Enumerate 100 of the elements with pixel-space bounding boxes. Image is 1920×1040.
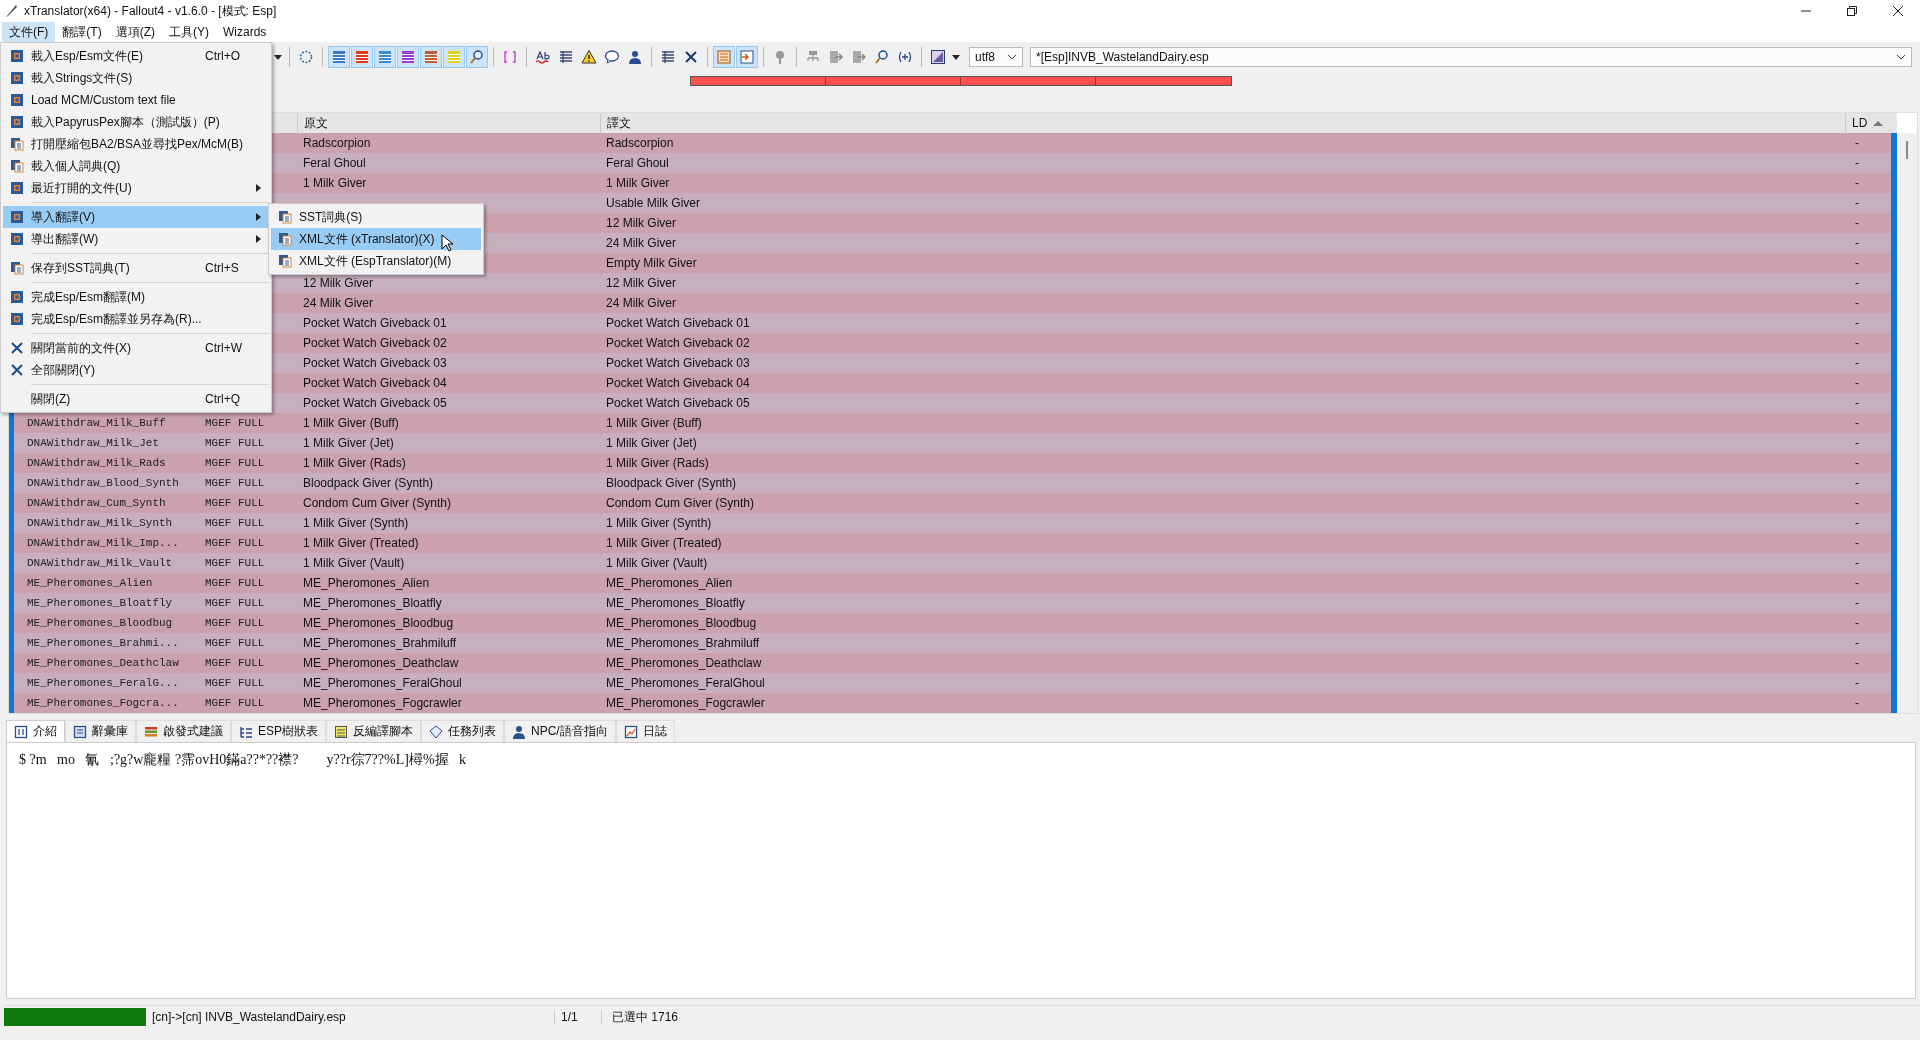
table-cell: 12 Milk Giver xyxy=(303,276,373,290)
table-row[interactable]: DNAWithdraw_Blood_Synth MGEF FULL Bloodpack Giver (Synth) Bloodpack Giver (Synth) - xyxy=(14,473,1891,493)
tab[interactable]: 啟發式建議 xyxy=(136,720,231,742)
table-cell: - xyxy=(1855,656,1859,670)
menu-item[interactable]: Load MCM/Custom text file xyxy=(3,89,269,111)
documents-icon xyxy=(10,159,24,173)
list-icon[interactable] xyxy=(374,46,396,68)
table-cell: MGEF FULL xyxy=(205,557,265,569)
table-cell: DNAWithdraw_Milk_Rads xyxy=(27,457,166,469)
menu-item[interactable]: XML文件 (EspTranslator)(M) xyxy=(271,250,481,272)
table-row[interactable]: DNAWithdraw_Milk_Synth MGEF FULL 1 Milk Giver (Synth) 1 Milk Giver (Synth) - xyxy=(14,513,1891,533)
menu-item[interactable]: 載入個人詞典(Q) xyxy=(3,155,269,177)
menu-item[interactable]: Wizards xyxy=(216,23,274,41)
table-cell: ME_Pheromones_Brahmi... xyxy=(27,637,179,649)
table-row[interactable]: Pocket Watch Giveback 01 Pocket Watch Giveback 01 - xyxy=(297,313,1891,333)
file-dropdown[interactable]: *[Esp]INVB_WastelandDairy.esp xyxy=(1030,47,1912,67)
scrollbar-thumb[interactable] xyxy=(1906,141,1908,159)
tab[interactable]: NPC/語音指向 xyxy=(504,720,616,742)
table-row[interactable]: ME_Pheromones_Fogcra... MGEF FULL ME_Pheromones_Fogcrawler ME_Pheromones_Fogcrawler - xyxy=(14,693,1891,713)
document-icon xyxy=(10,49,24,63)
table-cell: MGEF FULL xyxy=(205,617,265,629)
menu-item[interactable]: 最近打開的文件(U) xyxy=(3,177,269,199)
table-row[interactable]: 1 Milk Giver 1 Milk Giver - xyxy=(297,173,1891,193)
list-icon[interactable] xyxy=(397,46,419,68)
table-cell: 12 Milk Giver xyxy=(606,216,676,230)
table-cell: Usable Milk Giver xyxy=(606,196,701,210)
table-row[interactable]: DNAWithdraw_Cum_Synth MGEF FULL Condom Cum Giver (Synth) Condom Cum Giver (Synth) - xyxy=(14,493,1891,513)
table-cell: - xyxy=(1855,276,1859,290)
table-cell: ME_Pheromones_Brahmiluff xyxy=(303,636,457,650)
menu-item[interactable]: 工具(Y) xyxy=(162,21,216,43)
table-cell: - xyxy=(1855,396,1859,410)
document-icon xyxy=(10,93,24,107)
restore-icon[interactable] xyxy=(1846,5,1858,17)
table-row[interactable]: ME_Pheromones_Bloatfly MGEF FULL ME_Pheromones_Bloatfly ME_Pheromones_Bloatfly - xyxy=(14,593,1891,613)
table-cell: MGEF FULL xyxy=(205,577,265,589)
scrollbar[interactable] xyxy=(1897,133,1917,713)
bars-icon xyxy=(144,724,158,739)
menu-item[interactable]: 全部關閉(Y) xyxy=(3,359,269,381)
menu-item[interactable]: 關閉(Z) Ctrl+Q xyxy=(3,388,269,410)
menu-item[interactable]: 打開壓縮包BA2/BSA並尋找Pex/McM(B) xyxy=(3,133,269,155)
import-icon[interactable] xyxy=(736,46,758,68)
encoding-dropdown[interactable]: utf8 xyxy=(969,47,1023,67)
list-icon[interactable] xyxy=(328,46,350,68)
table-cell: ME_Pheromones_Bloodbug xyxy=(606,616,757,630)
table-row[interactable]: ME_Pheromones_Bloodbug MGEF FULL ME_Pheromones_Bloodbug ME_Pheromones_Bloodbug - xyxy=(14,613,1891,633)
menu-item[interactable]: XML文件 (xTranslator)(X) xyxy=(271,228,481,250)
table-cell: Pocket Watch Giveback 03 xyxy=(303,356,447,370)
tab[interactable]: 日誌 xyxy=(615,720,675,742)
menu-item[interactable]: 導入翻譯(V) xyxy=(3,206,269,228)
menu-item[interactable]: 文件(F) xyxy=(2,21,56,43)
menu-item[interactable]: 完成Esp/Esm翻譯並另存為(R)... xyxy=(3,308,269,330)
table-row[interactable]: DNAWithdraw_Milk_Jet MGEF FULL 1 Milk Giver (Jet) 1 Milk Giver (Jet) - xyxy=(14,433,1891,453)
window-title: xTranslator(x64) - Fallout4 - v1.6.0 - [模式: Esp] xyxy=(24,2,277,20)
table-row[interactable]: ME_Pheromones_FeralG... MGEF FULL ME_Pheromones_FeralGhoul ME_Pheromones_FeralGhoul - xyxy=(14,673,1891,693)
menu-item[interactable]: 載入Strings文件(S) xyxy=(3,67,269,89)
menu-item[interactable]: 載入PapyrusPex腳本（測試版）(P) xyxy=(3,111,269,133)
menu-item[interactable]: 載入Esp/Esm文件(E) Ctrl+O xyxy=(3,45,269,67)
table-row[interactable]: Feral Ghoul Feral Ghoul - xyxy=(297,153,1891,173)
table-row[interactable]: Pocket Watch Giveback 05 Pocket Watch Giveback 05 - xyxy=(297,393,1891,413)
table-row[interactable]: DNAWithdraw_Milk_Imp... MGEF FULL 1 Milk Giver (Treated) 1 Milk Giver (Treated) - xyxy=(14,533,1891,553)
tree-icon xyxy=(239,724,253,739)
table-row[interactable]: Radscorpion Radscorpion - xyxy=(297,133,1891,153)
menu-item[interactable]: 導出翻譯(W) xyxy=(3,228,269,250)
table-row[interactable]: ME_Pheromones_Alien MGEF FULL ME_Pheromones_Alien ME_Pheromones_Alien - xyxy=(14,573,1891,593)
documents-icon xyxy=(10,261,24,275)
tab[interactable]: 反編譯腳本 xyxy=(326,720,421,742)
menu-item[interactable]: 翻譯(T) xyxy=(55,21,109,43)
table-row[interactable]: Empty Milk Giver - xyxy=(600,253,1891,273)
table-cell: - xyxy=(1855,456,1859,470)
table-cell: MGEF FULL xyxy=(205,417,265,429)
list-icon[interactable] xyxy=(351,46,373,68)
tab[interactable]: 任務列表 xyxy=(421,720,504,742)
table-cell: - xyxy=(1855,316,1859,330)
table-cell: DNAWithdraw_Milk_Vault xyxy=(27,557,173,569)
menu-item[interactable]: 完成Esp/Esm翻譯(M) xyxy=(3,286,269,308)
table-row[interactable]: ME_Pheromones_Brahmi... MGEF FULL ME_Pheromones_Brahmiluff ME_Pheromones_Brahmiluff - xyxy=(14,633,1891,653)
menu-item[interactable]: 選項(Z) xyxy=(108,21,162,43)
table-cell: 1 Milk Giver xyxy=(303,176,367,190)
menu-item[interactable]: 關閉當前的文件(X) Ctrl+W xyxy=(3,337,269,359)
table-cell: - xyxy=(1855,696,1859,710)
table-cell: 1 Milk Giver (Rads) xyxy=(606,456,709,470)
table-row[interactable]: DNAWithdraw_Milk_Buff MGEF FULL 1 Milk Giver (Buff) 1 Milk Giver (Buff) - xyxy=(14,413,1891,433)
table-cell: Pocket Watch Giveback 04 xyxy=(606,376,750,390)
info-text: $ ?m mo 氰 ;?g?w龐糧 ?霈ovH0鏋a??*??襟? y??r徖7??%L]樳%握 k xyxy=(18,751,468,769)
table-row[interactable]: DNAWithdraw_Milk_Rads MGEF FULL 1 Milk Giver (Rads) 1 Milk Giver (Rads) - xyxy=(14,453,1891,473)
menu-item[interactable]: SST詞典(S) xyxy=(271,206,481,228)
table-cell: 1 Milk Giver (Vault) xyxy=(303,556,405,570)
tab[interactable]: ESP樹狀表 xyxy=(231,720,326,742)
close-icon[interactable] xyxy=(1892,5,1904,17)
table-row[interactable]: Pocket Watch Giveback 02 Pocket Watch Giveback 02 - xyxy=(297,333,1891,353)
tab[interactable]: 辭彙庫 xyxy=(65,720,136,742)
search-icon[interactable] xyxy=(466,46,488,68)
table-cell: ME_Pheromones_FeralGhoul xyxy=(303,676,462,690)
tab[interactable]: 介紹 xyxy=(6,720,65,742)
table-row[interactable]: DNAWithdraw_Milk_Vault MGEF FULL 1 Milk Giver (Vault) 1 Milk Giver (Vault) - xyxy=(14,553,1891,573)
document-icon xyxy=(10,181,24,195)
list-icon[interactable] xyxy=(420,46,442,68)
menu-item[interactable]: 保存到SST詞典(T) Ctrl+S xyxy=(3,257,269,279)
table-row[interactable]: 24 Milk Giver - xyxy=(600,233,1891,253)
table-row[interactable]: ME_Pheromones_Deathclaw MGEF FULL ME_Pheromones_Deathclaw ME_Pheromones_Deathclaw - xyxy=(14,653,1891,673)
